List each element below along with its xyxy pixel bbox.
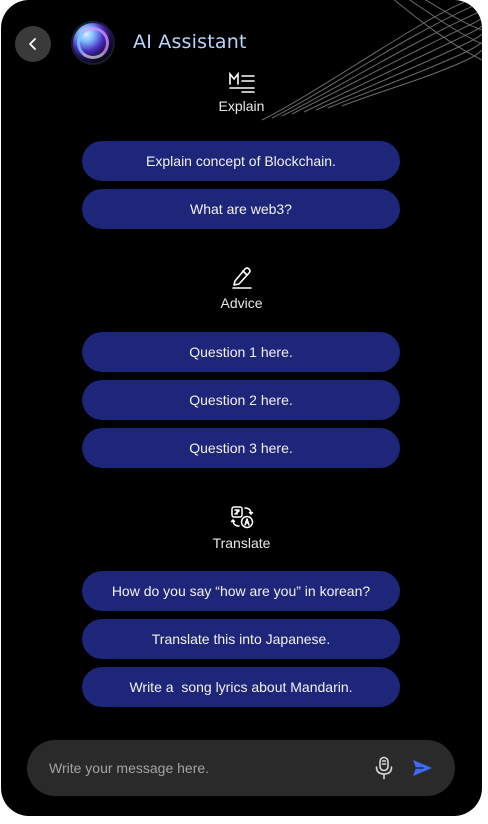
suggestion-advice-3[interactable]: Question 3 here. — [82, 428, 400, 468]
microphone-icon[interactable] — [373, 756, 395, 780]
section-label-translate: Translate — [212, 535, 271, 551]
ai-avatar — [71, 21, 115, 65]
message-input[interactable] — [49, 740, 369, 796]
section-translate-header: Translate — [1, 505, 482, 551]
message-composer — [27, 740, 455, 796]
app-screen: AI Assistant Explain Explain concept of … — [1, 0, 482, 816]
back-button[interactable] — [15, 26, 51, 62]
suggestion-advice-1[interactable]: Question 1 here. — [82, 332, 400, 372]
suggestion-translate-1[interactable]: How do you say “how are you” in korean? — [82, 571, 400, 611]
chevron-left-icon — [29, 38, 36, 50]
suggestion-advice-2[interactable]: Question 2 here. — [82, 380, 400, 420]
suggestion-translate-2[interactable]: Translate this into Japanese. — [82, 619, 400, 659]
section-label-explain: Explain — [218, 98, 265, 114]
send-icon[interactable] — [411, 757, 433, 779]
section-advice-header: Advice — [1, 265, 482, 311]
suggestion-translate-3[interactable]: Write a song lyrics about Mandarin. — [82, 667, 400, 707]
translate-icon — [230, 506, 253, 529]
pencil-icon — [231, 267, 252, 289]
suggestion-explain-1[interactable]: Explain concept of Blockchain. — [82, 141, 400, 181]
page-title: AI Assistant — [133, 31, 247, 53]
markdown-text-icon — [228, 72, 255, 93]
section-explain-header: Explain — [1, 72, 482, 114]
section-label-advice: Advice — [220, 295, 263, 311]
suggestion-explain-2[interactable]: What are web3? — [82, 189, 400, 229]
